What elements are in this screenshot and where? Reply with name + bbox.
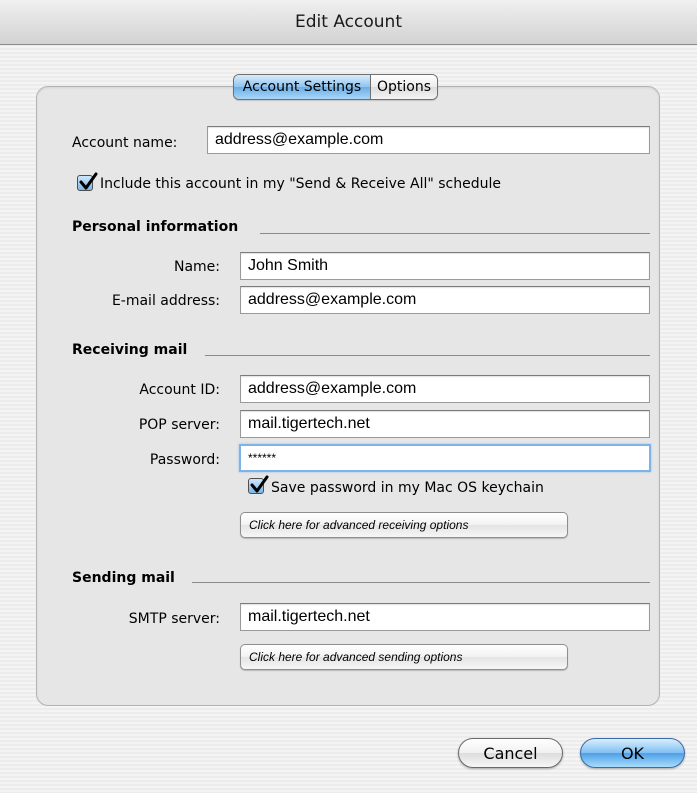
tab-options[interactable]: Options bbox=[371, 75, 437, 99]
sending-mail-divider bbox=[192, 582, 650, 583]
account-name-field[interactable]: address@example.com bbox=[207, 126, 650, 154]
password-label: Password: bbox=[149, 452, 220, 468]
title-bar: Edit Account bbox=[0, 0, 697, 45]
name-label: Name: bbox=[173, 259, 220, 275]
pop-server-label: POP server: bbox=[138, 417, 220, 433]
save-keychain-label: Save password in my Mac OS keychain bbox=[271, 480, 544, 496]
account-id-label: Account ID: bbox=[139, 382, 220, 398]
personal-info-heading: Personal information bbox=[72, 219, 239, 235]
tab-account-settings[interactable]: Account Settings bbox=[234, 75, 371, 99]
receiving-mail-divider bbox=[205, 355, 650, 356]
name-field[interactable]: John Smith bbox=[240, 252, 650, 280]
pop-server-field[interactable]: mail.tigertech.net bbox=[240, 410, 650, 438]
checkmark-icon bbox=[250, 475, 269, 493]
smtp-server-label: SMTP server: bbox=[128, 611, 220, 627]
cancel-button[interactable]: Cancel bbox=[458, 738, 563, 768]
email-field[interactable]: address@example.com bbox=[240, 286, 650, 314]
advanced-sending-button[interactable]: Click here for advanced sending options bbox=[240, 644, 568, 670]
password-field[interactable]: ****** bbox=[239, 444, 651, 472]
sending-mail-heading: Sending mail bbox=[72, 570, 175, 586]
save-keychain-checkbox[interactable] bbox=[248, 475, 269, 494]
include-schedule-label: Include this account in my "Send & Recei… bbox=[100, 176, 501, 192]
advanced-receiving-button[interactable]: Click here for advanced receiving option… bbox=[240, 512, 568, 538]
tab-bar: Account Settings Options bbox=[233, 74, 438, 100]
include-schedule-checkbox[interactable] bbox=[77, 172, 98, 191]
receiving-mail-heading: Receiving mail bbox=[72, 342, 188, 358]
window-title: Edit Account bbox=[295, 12, 402, 32]
email-label: E-mail address: bbox=[111, 293, 220, 309]
account-id-field[interactable]: address@example.com bbox=[240, 375, 650, 403]
smtp-server-field[interactable]: mail.tigertech.net bbox=[240, 603, 650, 631]
account-name-label: Account name: bbox=[72, 135, 178, 151]
checkmark-icon bbox=[79, 172, 98, 190]
personal-info-divider bbox=[260, 233, 650, 234]
ok-button[interactable]: OK bbox=[580, 738, 685, 768]
